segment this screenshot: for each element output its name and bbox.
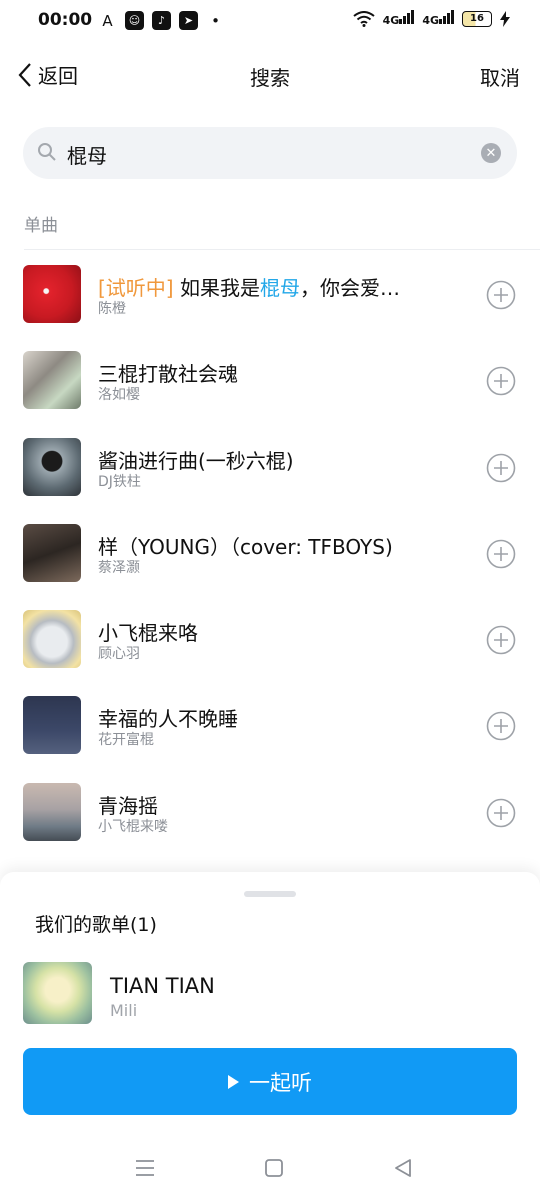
playlist-title: 我们的歌单(1) (35, 914, 157, 936)
add-icon[interactable] (486, 711, 516, 741)
song-title: 青海摇 (98, 793, 158, 818)
song-title: 酱油进行曲(一秒六棍) (98, 448, 294, 473)
menu-icon[interactable] (133, 1156, 157, 1180)
play-icon (228, 1074, 239, 1089)
status-app-icons: A ☺ ♪ ➤ • (98, 11, 225, 30)
song-cover (23, 696, 81, 755)
system-nav-bar (0, 1140, 540, 1200)
section-label-singles: 单曲 (24, 216, 58, 236)
more-dot-icon: • (211, 11, 220, 30)
signal-1: 4G (383, 10, 415, 27)
header: 返回 搜索 取消 (0, 48, 540, 104)
listen-together-label: 一起听 (249, 1071, 312, 1095)
search-input[interactable] (65, 137, 489, 171)
song-cover (23, 782, 81, 841)
song-row[interactable]: 幸福的人不晚睡 花开富棍 (0, 683, 540, 769)
signal-bars-icon (439, 10, 454, 24)
song-title: [试听中] 如果我是棍母，你会爱… (98, 276, 400, 300)
song-cover (23, 265, 81, 323)
song-artist: 小飞棍来喽 (98, 818, 168, 835)
track-title: TIAN TIAN (110, 974, 215, 998)
song-row[interactable]: 青海摇 小飞棍来喽 (0, 770, 540, 856)
page-title: 搜索 (250, 66, 290, 90)
add-icon[interactable] (486, 366, 516, 396)
app-smile-icon: ☺ (125, 11, 144, 30)
signal-2: 4G (422, 10, 454, 27)
send-icon: ➤ (179, 11, 198, 30)
divider (24, 249, 540, 250)
song-artist: 陈橙 (98, 301, 126, 317)
track-cover (23, 962, 92, 1024)
song-cover (23, 351, 81, 410)
cancel-button[interactable]: 取消 (480, 62, 520, 91)
wifi-icon (353, 10, 375, 27)
clear-icon[interactable]: ✕ (481, 143, 501, 163)
search-icon (38, 143, 56, 161)
search-bar: ✕ (23, 127, 517, 179)
song-row[interactable]: 酱油进行曲(一秒六棍) DJ铁柱 (0, 425, 540, 511)
tiktok-icon: ♪ (152, 11, 171, 30)
song-title: 幸福的人不晚睡 (98, 707, 238, 732)
song-cover (23, 437, 81, 496)
song-artist: 蔡泽灏 (98, 559, 140, 576)
song-row[interactable]: 三棍打散社会魂 洛如樱 (0, 338, 540, 424)
app-a-icon: A (102, 11, 113, 30)
signal-bars-icon (399, 10, 415, 24)
add-icon[interactable] (486, 539, 516, 569)
song-artist: 花开富棍 (98, 732, 154, 749)
track-artist: Mili (110, 1001, 138, 1020)
status-right: 4G 4G 16 (353, 10, 510, 27)
song-artist: 洛如樱 (98, 387, 140, 404)
add-icon[interactable] (486, 625, 516, 655)
highlight-text: 棍母 (259, 276, 300, 300)
song-row[interactable]: 样（YOUNG）（cover: TFBOYS) 蔡泽灏 (0, 511, 540, 597)
song-title: 样（YOUNG）（cover: TFBOYS) (98, 534, 393, 559)
add-icon[interactable] (486, 453, 516, 483)
song-cover (23, 610, 81, 669)
song-cover (23, 523, 81, 582)
song-artist: DJ铁柱 (98, 473, 141, 490)
song-artist: 顾心羽 (98, 646, 140, 663)
listen-together-button[interactable]: 一起听 (23, 1048, 517, 1115)
battery-icon: 16 (462, 10, 492, 27)
add-icon[interactable] (486, 798, 516, 828)
song-title: 三棍打散社会魂 (98, 362, 238, 387)
song-row[interactable]: 小飞棍来咯 顾心羽 (0, 597, 540, 683)
back-icon[interactable] (391, 1156, 415, 1180)
charging-icon (500, 10, 510, 27)
song-title: 小飞棍来咯 (98, 621, 198, 646)
home-icon[interactable] (262, 1156, 286, 1180)
add-icon[interactable] (486, 280, 516, 310)
song-list: [试听中] 如果我是棍母，你会爱… 陈橙 三棍打散社会魂 洛如樱 酱油进行曲(一… (0, 252, 540, 856)
status-time: 00:00 (38, 10, 93, 30)
preview-tag: [试听中] (98, 276, 174, 300)
status-bar: 00:00 A ☺ ♪ ➤ • 4G 4G 16 (0, 0, 540, 44)
song-row[interactable]: [试听中] 如果我是棍母，你会爱… 陈橙 (0, 252, 540, 338)
drag-handle[interactable] (244, 891, 296, 897)
